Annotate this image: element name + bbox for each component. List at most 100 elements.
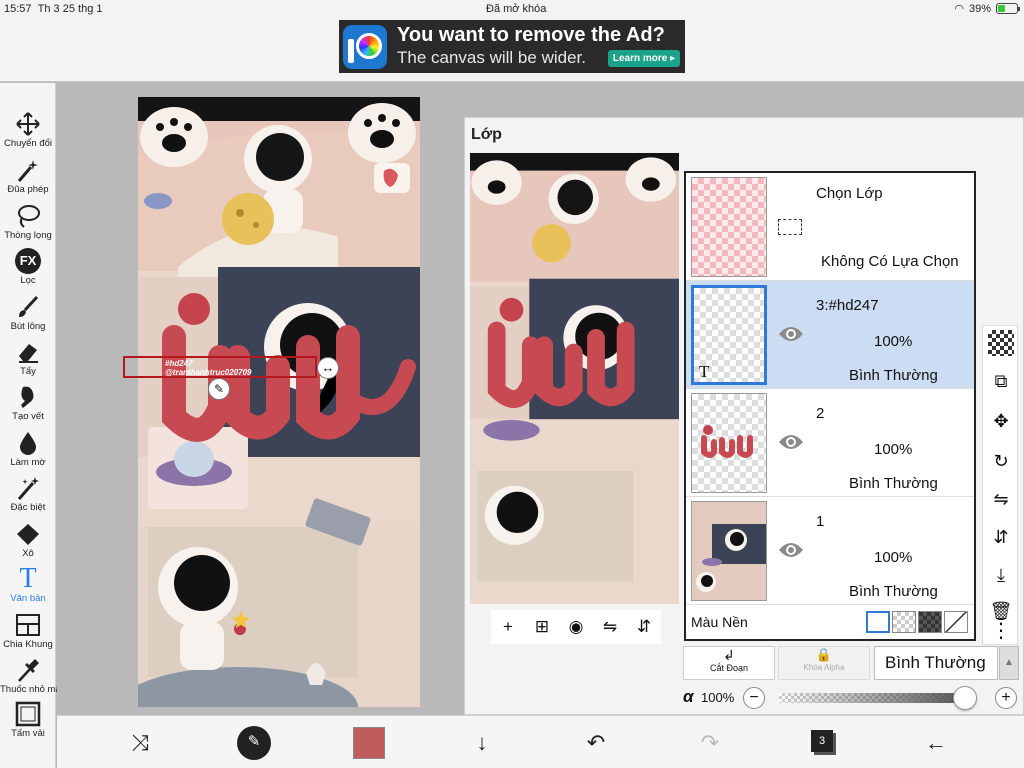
tool-text[interactable]: T Văn bản: [0, 565, 56, 612]
opacity-slider-knob[interactable]: [953, 686, 977, 710]
opacity-slider[interactable]: [779, 693, 965, 703]
battery-percent: 39%: [968, 2, 991, 15]
opacity-decrease-button[interactable]: −: [743, 687, 765, 709]
tool-label: Thòng lọng: [4, 230, 52, 241]
tool-label: Tấm vải: [11, 728, 45, 739]
merge-layers-icon[interactable]: ⧉: [988, 368, 1014, 394]
selection-marquee-icon: [778, 219, 802, 235]
flip-layer-vertical-icon[interactable]: ⇵: [988, 524, 1014, 550]
artwork-canvas[interactable]: [138, 97, 420, 707]
tool-label: Đặc biệt: [10, 502, 46, 513]
transparency-checker-icon[interactable]: [988, 330, 1014, 356]
tool-eyedropper[interactable]: Thuốc nhỏ mắt: [0, 657, 64, 703]
layer-row-2[interactable]: 2 100% Bình Thường: [686, 389, 974, 497]
status-right: ◠ 39%: [954, 2, 1020, 15]
tool-label: Thuốc nhỏ mắt: [0, 684, 64, 695]
text-layer-t-icon: T: [699, 362, 710, 381]
tool-fill-bucket[interactable]: Xô: [0, 521, 56, 567]
tool-lasso[interactable]: Thòng lọng: [0, 203, 56, 249]
brush-size-button[interactable]: ✎ 16: [237, 726, 271, 760]
arrow-down-icon[interactable]: ↓: [465, 726, 499, 760]
layer-thumbnail: [691, 501, 767, 601]
opacity-control: α 100% − +: [683, 686, 1019, 710]
ad-area: You want to remove the Ad? The canvas wi…: [0, 18, 1024, 82]
layer-row-3[interactable]: T 3:#hd247 100% Bình Thường: [686, 281, 974, 389]
tool-canvas[interactable]: Tấm vải: [0, 701, 56, 747]
flip-vertical-icon[interactable]: ⇵: [633, 616, 655, 638]
layer-blend-mode: Bình Thường: [849, 583, 938, 600]
merge-down-icon[interactable]: ⤓: [988, 562, 1014, 588]
layer-blend-mode: Bình Thường: [849, 475, 938, 492]
layer-opacity: 100%: [874, 333, 913, 350]
edit-text-pencil-icon[interactable]: ✎: [208, 378, 230, 400]
visibility-eye-icon[interactable]: [778, 432, 804, 452]
tool-blur[interactable]: Làm mờ: [0, 430, 56, 476]
selection-layer-name: Chọn Lớp: [816, 185, 883, 202]
move-layer-icon[interactable]: ✥: [988, 408, 1014, 434]
battery-icon: [996, 3, 1020, 14]
text-box-content: #hd247 @tranthanhtruc020709: [165, 359, 252, 377]
tool-label: Làm mờ: [10, 457, 46, 468]
current-color-swatch[interactable]: [353, 727, 385, 759]
background-white-swatch[interactable]: [866, 611, 890, 633]
status-bar: 15:57 Th 3 25 thg 1 Đã mở khóa ◠ 39%: [0, 0, 1024, 18]
status-lock: Đã mở khóa: [486, 3, 547, 15]
visibility-eye-icon[interactable]: [778, 324, 804, 344]
flip-layer-horizontal-icon[interactable]: ⇋: [988, 486, 1014, 512]
clipping-button[interactable]: ↲ Cắt Đoạn: [683, 646, 775, 680]
tool-label: Lọc: [20, 275, 36, 286]
redo-icon[interactable]: ↷: [693, 726, 727, 760]
visibility-eye-icon[interactable]: [778, 540, 804, 560]
tool-transform[interactable]: Chuyển đổi: [0, 111, 56, 157]
tool-special[interactable]: Đặc biệt: [0, 475, 56, 521]
selection-layer-row[interactable]: Chọn Lớp Không Có Lựa Chọn: [686, 173, 974, 281]
smudge-finger-icon: [21, 386, 34, 408]
layer-1-art: [692, 502, 766, 600]
blend-mode-select[interactable]: Bình Thường: [874, 646, 998, 680]
alpha-lock-button[interactable]: 🔒 Khóa Alpha: [778, 646, 870, 680]
background-color-row: Màu Nền: [686, 605, 974, 639]
tool-smudge[interactable]: Tạo vết: [0, 384, 56, 430]
layer-row-1[interactable]: 1 100% Bình Thường: [686, 497, 974, 605]
background-none-swatch[interactable]: [944, 611, 968, 633]
tool-label: Văn bản: [10, 593, 46, 604]
rotate-layer-icon[interactable]: ↻: [988, 448, 1014, 474]
add-layer-copy-icon[interactable]: ⊞: [531, 616, 553, 638]
more-vertical-icon[interactable]: ⋮: [988, 618, 1014, 644]
background-transparent-swatch[interactable]: [892, 611, 916, 633]
move-arrows-icon: [16, 112, 40, 136]
ad-banner[interactable]: You want to remove the Ad? The canvas wi…: [339, 20, 685, 73]
text-selection-box[interactable]: #hd247 @tranthanhtruc020709: [123, 356, 317, 378]
camera-icon[interactable]: ◉: [565, 616, 587, 638]
background-dark-swatch[interactable]: [918, 611, 942, 633]
artwork-illustration: [138, 97, 420, 707]
chevron-up-icon[interactable]: ▲: [999, 646, 1019, 680]
tool-magic-wand[interactable]: Đũa phép: [0, 157, 56, 203]
layer-preview: [470, 153, 679, 604]
brush-icon: [19, 295, 39, 317]
tool-brush[interactable]: Bút lông: [0, 294, 56, 340]
layer-name: 3:#hd247: [816, 297, 879, 314]
swap-tools-icon[interactable]: ⤨: [123, 726, 157, 760]
back-arrow-icon[interactable]: ←: [919, 726, 953, 760]
ibis-paint-logo-icon: [343, 25, 387, 69]
fx-icon: FX: [15, 248, 41, 274]
layer-side-toolbar: ⧉ ✥ ↻ ⇋ ⇵ ⤓ 🗑 ⋮: [982, 325, 1018, 645]
layer-actions-bar: + ⊞ ◉ ⇋ ⇵: [491, 610, 661, 644]
opacity-increase-button[interactable]: +: [995, 687, 1017, 709]
tool-fx-filter[interactable]: FX Lọc: [0, 248, 56, 294]
layer-name: 2: [816, 405, 825, 422]
resize-handle-icon[interactable]: ↔: [317, 357, 339, 379]
canvas-frame-icon: [15, 701, 41, 727]
flip-horizontal-icon[interactable]: ⇋: [599, 616, 621, 638]
tool-eraser[interactable]: Tẩy: [0, 339, 56, 385]
eraser-icon: [19, 344, 38, 363]
tool-divide-frame[interactable]: Chia Khung: [0, 612, 56, 658]
add-layer-plus-icon[interactable]: +: [497, 616, 519, 638]
layer-name: 1: [816, 513, 825, 530]
layer-list: Chọn Lớp Không Có Lựa Chọn T 3:#hd247 10…: [684, 171, 976, 641]
layers-count-button[interactable]: 3: [811, 730, 833, 752]
alpha-symbol: α: [683, 687, 694, 706]
ad-learn-more-button[interactable]: Learn more ▸: [608, 50, 680, 67]
undo-icon[interactable]: ↶: [579, 726, 613, 760]
